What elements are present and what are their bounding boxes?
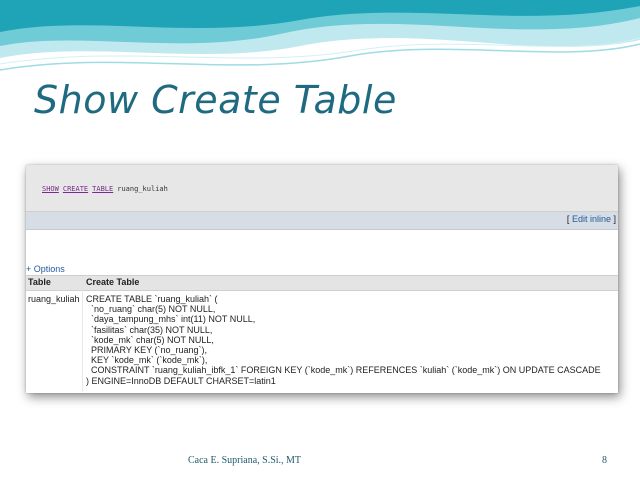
slide-title: Show Create Table: [34, 78, 397, 122]
create-line: CREATE TABLE `ruang_kuliah` (: [86, 294, 218, 304]
edit-inline-link[interactable]: Edit inline: [572, 214, 611, 224]
create-line: PRIMARY KEY (`no_ruang`),: [86, 345, 208, 356]
cell-create-statement: CREATE TABLE `ruang_kuliah` ( `no_ruang`…: [86, 294, 601, 386]
create-line: `no_ruang` char(5) NOT NULL,: [86, 304, 216, 315]
sql-query-box: SHOW CREATE TABLE ruang_kuliah: [26, 165, 618, 212]
sql-keyword-table[interactable]: TABLE: [92, 185, 113, 193]
column-divider: [82, 290, 83, 392]
options-link[interactable]: + Options: [26, 264, 65, 274]
create-line: KEY `kode_mk` (`kode_mk`),: [86, 355, 208, 366]
sql-keyword-show[interactable]: SHOW: [42, 185, 59, 193]
create-line: `daya_tampung_mhs` int(11) NOT NULL,: [86, 314, 256, 325]
cell-table-name: ruang_kuliah: [28, 294, 80, 304]
sql-query: SHOW CREATE TABLE ruang_kuliah: [42, 185, 168, 193]
bracket-open: [: [566, 214, 570, 224]
page-number: 8: [602, 455, 607, 466]
bracket-close: ]: [613, 214, 616, 224]
create-line: ) ENGINE=InnoDB DEFAULT CHARSET=latin1: [86, 375, 276, 386]
create-line: `fasilitas` char(35) NOT NULL,: [86, 324, 213, 335]
screenshot-panel: SHOW CREATE TABLE ruang_kuliah [ Edit inlin…: [26, 165, 618, 393]
footer-author: Caca E. Supriana, S.Si., MT: [188, 455, 302, 466]
header-wave-decoration: [0, 0, 640, 71]
result-table: Table Create Table ruang_kuliah CREATE T…: [26, 275, 618, 392]
edit-inline-control: [ Edit inline ]: [567, 214, 616, 224]
table-header-row: Table Create Table: [26, 275, 618, 291]
header-table[interactable]: Table: [28, 277, 51, 287]
create-line: `kode_mk` char(5) NOT NULL,: [86, 334, 214, 345]
edit-bar: [ Edit inline ]: [26, 212, 618, 230]
header-create-table[interactable]: Create Table: [86, 277, 139, 287]
sql-keyword-create[interactable]: CREATE: [63, 185, 88, 193]
create-line: CONSTRAINT `ruang_kuliah_ibfk_1` FOREIGN…: [86, 365, 601, 376]
sql-table-name: ruang_kuliah: [117, 185, 168, 193]
